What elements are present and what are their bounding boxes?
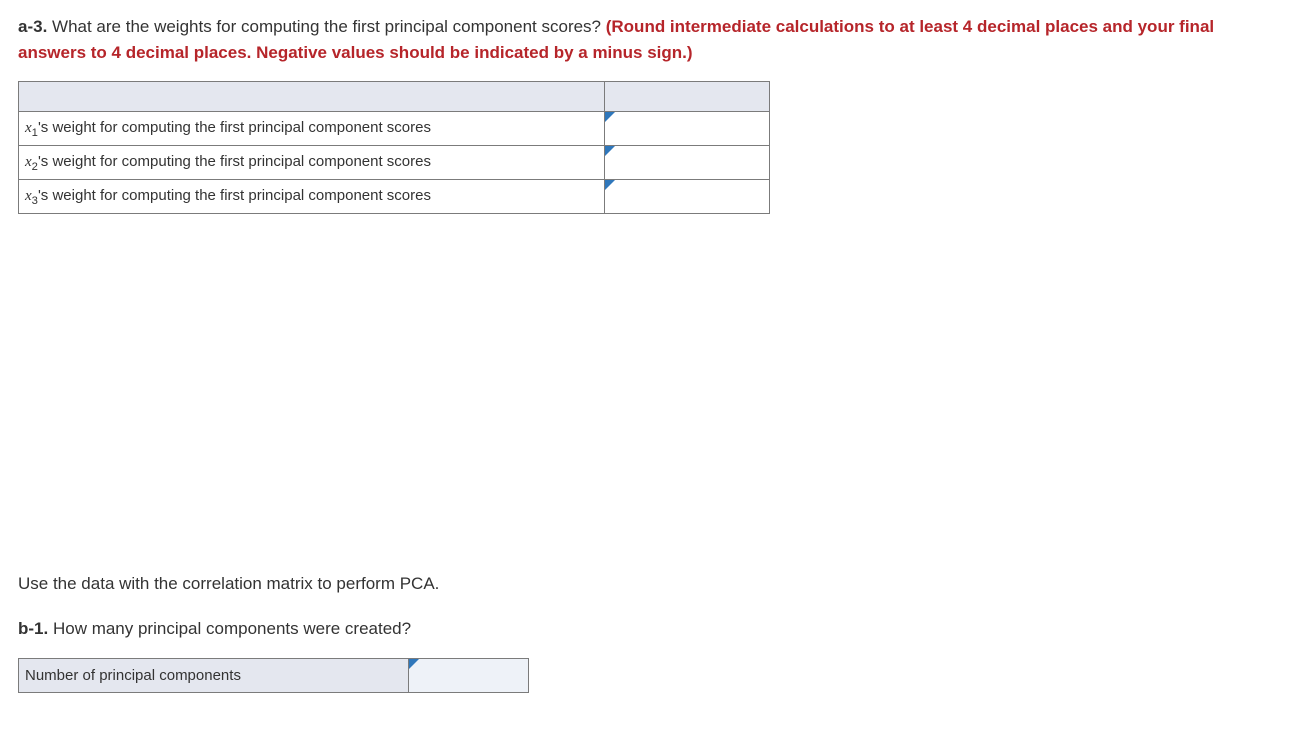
question-a3-body: What are the weights for computing the f… xyxy=(47,17,605,36)
question-b1-text: b-1. How many principal components were … xyxy=(18,616,1286,642)
input-flag-icon xyxy=(605,146,615,156)
vertical-spacer xyxy=(18,234,1286,574)
weights-table-header-value xyxy=(605,82,770,112)
weight-x2-input-cell[interactable] xyxy=(605,146,770,180)
weight-x3-input-cell[interactable] xyxy=(605,180,770,214)
weights-table-header-label xyxy=(19,82,605,112)
weight-x1-input[interactable] xyxy=(611,116,763,141)
weight-x2-label: x2's weight for computing the first prin… xyxy=(19,146,605,180)
section-b-intro: Use the data with the correlation matrix… xyxy=(18,574,1286,594)
input-flag-icon xyxy=(409,659,419,669)
var-x: x xyxy=(25,188,32,204)
question-b1-body: How many principal components were creat… xyxy=(48,619,411,638)
table-row: x2's weight for computing the first prin… xyxy=(19,146,770,180)
num-components-table: Number of principal components xyxy=(18,658,529,693)
weight-x3-label: x3's weight for computing the first prin… xyxy=(19,180,605,214)
weight-x1-input-cell[interactable] xyxy=(605,112,770,146)
label-rest: 's weight for computing the first princi… xyxy=(38,119,431,136)
weights-table: x1's weight for computing the first prin… xyxy=(18,81,770,214)
num-components-input[interactable] xyxy=(415,663,522,688)
table-row: x1's weight for computing the first prin… xyxy=(19,112,770,146)
label-rest: 's weight for computing the first princi… xyxy=(38,153,431,170)
var-x: x xyxy=(25,154,32,170)
num-components-input-cell[interactable] xyxy=(409,658,529,692)
question-b1-label: b-1. xyxy=(18,619,48,638)
table-row: Number of principal components xyxy=(19,658,529,692)
label-rest: 's weight for computing the first princi… xyxy=(38,187,431,204)
input-flag-icon xyxy=(605,180,615,190)
question-a3-text: a-3. What are the weights for computing … xyxy=(18,14,1286,65)
weight-x3-input[interactable] xyxy=(611,184,763,209)
input-flag-icon xyxy=(605,112,615,122)
table-row: x3's weight for computing the first prin… xyxy=(19,180,770,214)
question-a3-block: a-3. What are the weights for computing … xyxy=(18,14,1286,214)
weight-x2-input[interactable] xyxy=(611,150,763,175)
num-components-label: Number of principal components xyxy=(19,658,409,692)
question-a3-label: a-3. xyxy=(18,17,47,36)
var-x: x xyxy=(25,120,32,136)
weight-x1-label: x1's weight for computing the first prin… xyxy=(19,112,605,146)
section-b-block: Use the data with the correlation matrix… xyxy=(18,574,1286,693)
